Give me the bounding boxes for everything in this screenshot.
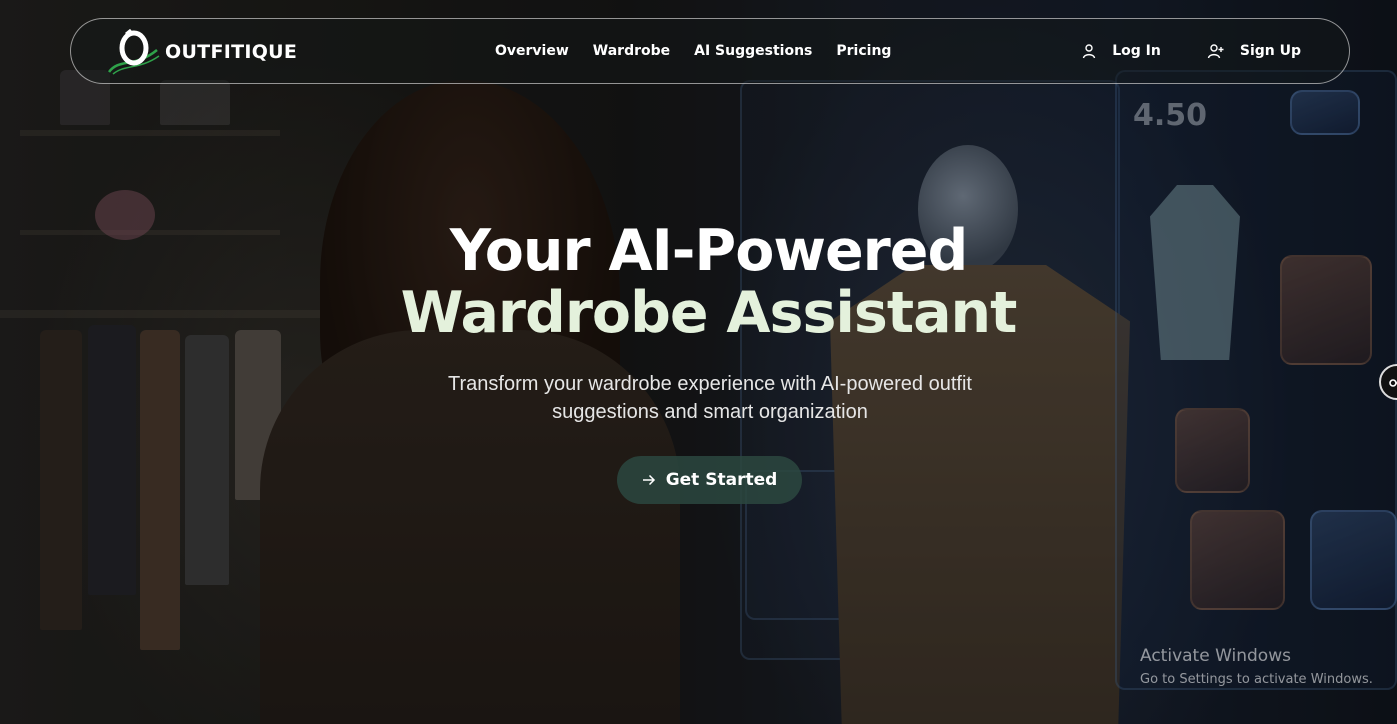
auth-buttons: Log In Sign Up — [1081, 19, 1301, 83]
windows-activation-watermark: Activate Windows Go to Settings to activ… — [1140, 646, 1373, 687]
top-navbar: OUTFITIQUE Overview Wardrobe AI Suggesti… — [70, 18, 1350, 84]
login-button[interactable]: Log In — [1081, 43, 1161, 59]
get-started-button[interactable]: Get Started — [617, 456, 802, 504]
watermark-subtitle: Go to Settings to activate Windows. — [1140, 672, 1373, 687]
arrow-right-icon — [642, 474, 656, 486]
outfitique-logo — [105, 28, 163, 76]
nav-overview[interactable]: Overview — [495, 43, 569, 59]
brand-logo-link[interactable]: OUTFITIQUE — [105, 28, 297, 76]
hero-subtitle: Transform your wardrobe experience with … — [448, 373, 972, 423]
hero-title-line-2: Wardrobe Assistant — [400, 280, 1018, 346]
nav-wardrobe[interactable]: Wardrobe — [593, 43, 670, 59]
login-label: Log In — [1112, 43, 1161, 59]
hero-section: Your AI-Powered Wardrobe Assistant Trans… — [0, 220, 1397, 426]
nav-ai-suggestions[interactable]: AI Suggestions — [694, 43, 812, 59]
watermark-title: Activate Windows — [1140, 646, 1291, 666]
accessibility-icon — [1389, 376, 1397, 388]
hero-title-line-1: Your AI-Powered — [449, 218, 969, 284]
get-started-label: Get Started — [665, 470, 778, 490]
signup-button[interactable]: Sign Up — [1207, 43, 1301, 59]
nav-pricing[interactable]: Pricing — [836, 43, 891, 59]
nav-links: Overview Wardrobe AI Suggestions Pricing — [495, 19, 891, 83]
user-icon — [1081, 43, 1097, 59]
signup-label: Sign Up — [1239, 43, 1301, 59]
hero-title: Your AI-Powered Wardrobe Assistant — [0, 220, 1397, 344]
brand-name: OUTFITIQUE — [165, 41, 298, 63]
user-plus-icon — [1207, 43, 1225, 59]
